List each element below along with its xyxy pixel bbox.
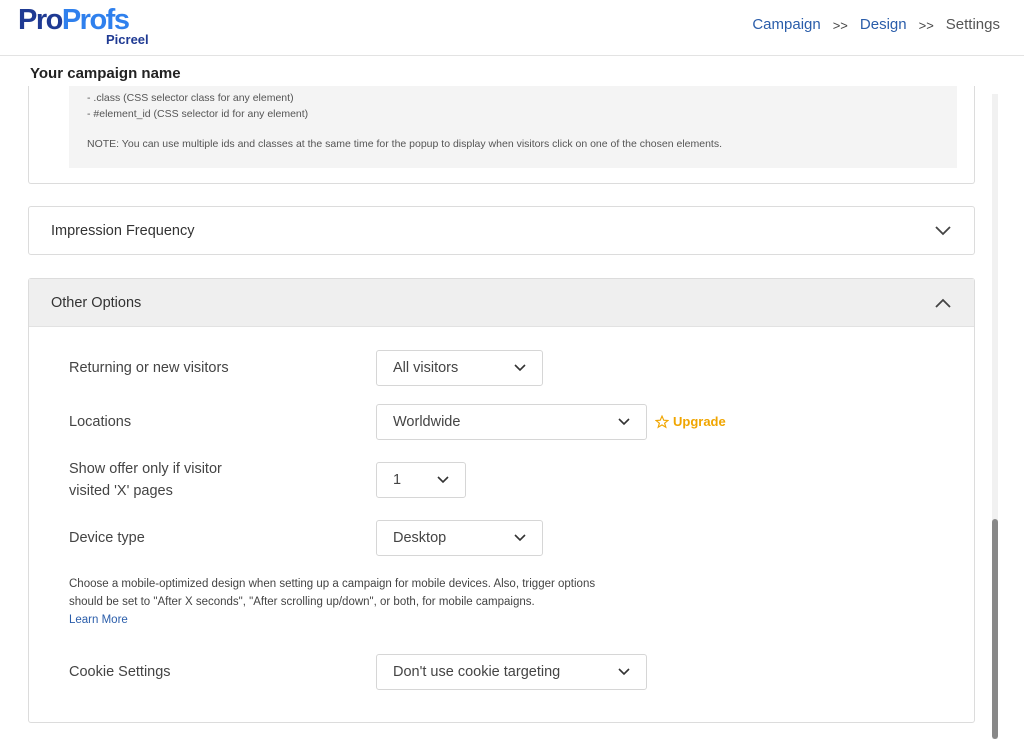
chevron-up-icon[interactable] xyxy=(934,294,952,312)
returning-visitors-select[interactable]: All visitors xyxy=(376,350,543,386)
chevron-down-icon xyxy=(437,476,449,484)
visited-pages-label: Show offer only if visitor visited 'X' p… xyxy=(69,458,222,502)
device-type-select[interactable]: Desktop xyxy=(376,520,543,556)
breadcrumb-campaign[interactable]: Campaign xyxy=(752,16,820,36)
proprofs-logo[interactable]: ProProfs Picreel xyxy=(18,4,158,48)
upgrade-link[interactable]: Upgrade xyxy=(655,414,726,429)
trigger-selector-card: - .class (CSS selector class for any ele… xyxy=(28,86,975,184)
impression-frequency-title: Impression Frequency xyxy=(51,223,195,239)
locations-label: Locations xyxy=(69,414,132,430)
impression-frequency-header[interactable]: Impression Frequency xyxy=(29,207,974,255)
cookie-settings-value: Don't use cookie targeting xyxy=(393,664,561,680)
breadcrumb-design[interactable]: Design xyxy=(860,16,907,36)
impression-frequency-card: Impression Frequency xyxy=(28,206,975,255)
device-type-label: Device type xyxy=(69,530,145,546)
visited-pages-label-line: visited 'X' pages xyxy=(69,483,173,499)
mobile-design-note: Choose a mobile-optimized design when se… xyxy=(69,575,609,629)
other-options-card: Other Options Returning or new visitors … xyxy=(28,278,975,723)
visited-pages-select[interactable]: 1 xyxy=(376,462,466,498)
chevron-down-icon[interactable] xyxy=(934,222,952,240)
locations-select[interactable]: Worldwide xyxy=(376,404,647,440)
selector-help-line: - .class (CSS selector class for any ele… xyxy=(87,92,294,104)
campaign-name-title: Your campaign name xyxy=(30,65,181,82)
cookie-settings-select[interactable]: Don't use cookie targeting xyxy=(376,654,647,690)
chevron-down-icon xyxy=(618,668,630,676)
chevron-down-icon xyxy=(618,418,630,426)
upgrade-label: Upgrade xyxy=(673,414,726,429)
other-options-title: Other Options xyxy=(51,294,142,311)
star-icon xyxy=(655,414,669,429)
mobile-design-note-text: Choose a mobile-optimized design when se… xyxy=(69,578,596,608)
locations-value: Worldwide xyxy=(393,414,461,430)
breadcrumb-separator: >> xyxy=(918,18,934,33)
cookie-settings-label: Cookie Settings xyxy=(69,664,171,680)
breadcrumb-separator: >> xyxy=(832,18,848,33)
breadcrumb-settings: Settings xyxy=(945,16,1000,33)
visited-pages-label-line: Show offer only if visitor xyxy=(69,461,222,477)
learn-more-link[interactable]: Learn More xyxy=(69,611,609,629)
selector-help-box: - .class (CSS selector class for any ele… xyxy=(69,86,957,168)
returning-visitors-value: All visitors xyxy=(393,360,459,376)
logo-product-name: Picreel xyxy=(106,32,149,47)
selector-help-line: - #element_id (CSS selector id for any e… xyxy=(87,108,309,120)
selector-help-note: NOTE: You can use multiple ids and class… xyxy=(87,138,723,150)
scrollbar-thumb[interactable] xyxy=(992,519,998,739)
returning-visitors-label: Returning or new visitors xyxy=(69,360,229,376)
chevron-down-icon xyxy=(514,364,526,372)
settings-scroll-area[interactable]: Your campaign name - .class (CSS selecto… xyxy=(0,56,1024,739)
visited-pages-value: 1 xyxy=(393,472,402,488)
chevron-down-icon xyxy=(514,534,526,542)
other-options-header[interactable]: Other Options xyxy=(29,279,974,327)
top-bar: ProProfs Picreel Campaign >> Design >> S… xyxy=(0,0,1024,56)
device-type-value: Desktop xyxy=(393,530,447,546)
breadcrumb: Campaign >> Design >> Settings xyxy=(752,16,1000,36)
